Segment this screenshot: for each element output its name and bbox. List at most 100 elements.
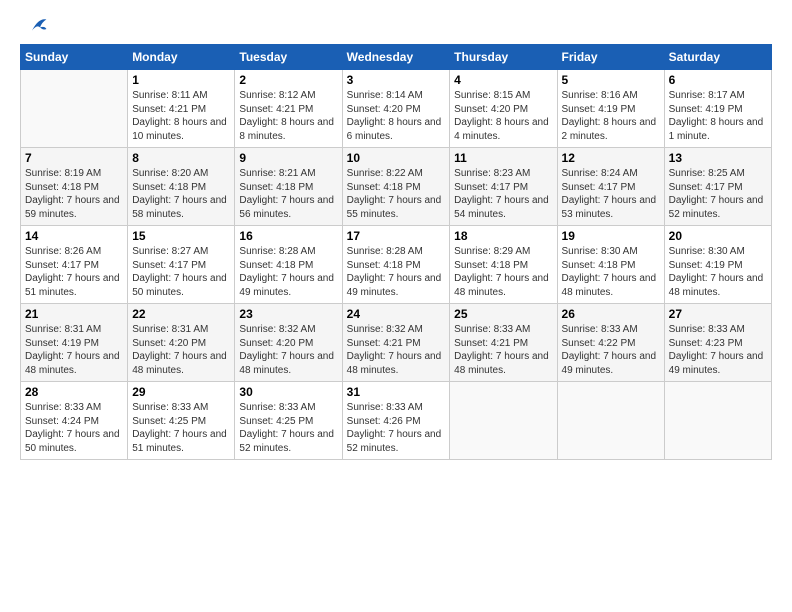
day-number: 9 xyxy=(239,151,337,165)
day-number: 17 xyxy=(347,229,446,243)
day-info: Sunrise: 8:31 AMSunset: 4:20 PMDaylight:… xyxy=(132,323,230,377)
calendar-table: SundayMondayTuesdayWednesdayThursdayFrid… xyxy=(20,44,772,460)
day-number: 18 xyxy=(454,229,552,243)
calendar-header-row: SundayMondayTuesdayWednesdayThursdayFrid… xyxy=(21,45,772,70)
day-number: 30 xyxy=(239,385,337,399)
calendar-day-cell: 4Sunrise: 8:15 AMSunset: 4:20 PMDaylight… xyxy=(450,70,557,148)
day-number: 7 xyxy=(25,151,123,165)
calendar-day-cell: 6 Sunrise: 8:17 AMSunset: 4:19 PMDaylight… xyxy=(664,70,771,148)
day-info: Sunrise: 8:14 AMSunset: 4:20 PMDaylight:… xyxy=(347,89,446,143)
calendar-week-row: 14 Sunrise: 8:26 AMSunset: 4:17 PMDayligh… xyxy=(21,226,772,304)
calendar-day-cell: 9 Sunrise: 8:21 AMSunset: 4:18 PMDaylight… xyxy=(235,148,342,226)
calendar-day-cell xyxy=(557,382,664,460)
day-number: 16 xyxy=(239,229,337,243)
calendar-day-cell: 2 Sunrise: 8:12 AMSunset: 4:21 PMDaylight… xyxy=(235,70,342,148)
calendar-day-cell: 22 Sunrise: 8:31 AMSunset: 4:20 PMDayligh… xyxy=(128,304,235,382)
day-number: 22 xyxy=(132,307,230,321)
calendar-day-cell: 28 Sunrise: 8:33 AMSunset: 4:24 PMDayligh… xyxy=(21,382,128,460)
day-number: 8 xyxy=(132,151,230,165)
calendar-day-cell: 31 Sunrise: 8:33 AMSunset: 4:26 PMDayligh… xyxy=(342,382,450,460)
day-info: Sunrise: 8:30 AMSunset: 4:18 PMDaylight:… xyxy=(562,245,660,299)
day-info: Sunrise: 8:24 AMSunset: 4:17 PMDaylight:… xyxy=(562,167,660,221)
day-info: Sunrise: 8:30 AMSunset: 4:19 PMDaylight:… xyxy=(669,245,767,299)
day-info: Sunrise: 8:28 AMSunset: 4:18 PMDaylight:… xyxy=(347,245,446,299)
weekday-header: Saturday xyxy=(664,45,771,70)
logo xyxy=(20,16,48,34)
calendar-day-cell: 12Sunrise: 8:24 AMSunset: 4:17 PMDayligh… xyxy=(557,148,664,226)
weekday-header: Tuesday xyxy=(235,45,342,70)
calendar-day-cell: 1 Sunrise: 8:11 AMSunset: 4:21 PMDaylight… xyxy=(128,70,235,148)
day-info: Sunrise: 8:31 AMSunset: 4:19 PMDaylight:… xyxy=(25,323,123,377)
calendar-day-cell xyxy=(664,382,771,460)
day-number: 28 xyxy=(25,385,123,399)
day-number: 25 xyxy=(454,307,552,321)
calendar-day-cell xyxy=(450,382,557,460)
day-info: Sunrise: 8:11 AMSunset: 4:21 PMDaylight:… xyxy=(132,89,230,143)
calendar-day-cell: 29Sunrise: 8:33 AMSunset: 4:25 PMDayligh… xyxy=(128,382,235,460)
day-info: Sunrise: 8:26 AMSunset: 4:17 PMDaylight:… xyxy=(25,245,123,299)
day-number: 5 xyxy=(562,73,660,87)
calendar-day-cell: 14 Sunrise: 8:26 AMSunset: 4:17 PMDayligh… xyxy=(21,226,128,304)
calendar-week-row: 7 Sunrise: 8:19 AMSunset: 4:18 PMDaylight… xyxy=(21,148,772,226)
day-info: Sunrise: 8:21 AMSunset: 4:18 PMDaylight:… xyxy=(239,167,337,221)
calendar-day-cell: 20 Sunrise: 8:30 AMSunset: 4:19 PMDayligh… xyxy=(664,226,771,304)
day-info: Sunrise: 8:17 AMSunset: 4:19 PMDaylight:… xyxy=(669,89,767,143)
calendar-day-cell: 25Sunrise: 8:33 AMSunset: 4:21 PMDayligh… xyxy=(450,304,557,382)
calendar-day-cell: 26 Sunrise: 8:33 AMSunset: 4:22 PMDayligh… xyxy=(557,304,664,382)
weekday-header: Friday xyxy=(557,45,664,70)
logo-bird-icon xyxy=(24,16,48,34)
day-info: Sunrise: 8:33 AMSunset: 4:25 PMDaylight:… xyxy=(239,401,337,455)
day-info: Sunrise: 8:16 AMSunset: 4:19 PMDaylight:… xyxy=(562,89,660,143)
day-info: Sunrise: 8:20 AMSunset: 4:18 PMDaylight:… xyxy=(132,167,230,221)
header xyxy=(20,16,772,34)
calendar-week-row: 1 Sunrise: 8:11 AMSunset: 4:21 PMDaylight… xyxy=(21,70,772,148)
day-info: Sunrise: 8:32 AMSunset: 4:20 PMDaylight:… xyxy=(239,323,337,377)
calendar-day-cell: 16 Sunrise: 8:28 AMSunset: 4:18 PMDayligh… xyxy=(235,226,342,304)
day-number: 29 xyxy=(132,385,230,399)
day-number: 24 xyxy=(347,307,446,321)
calendar-day-cell: 5 Sunrise: 8:16 AMSunset: 4:19 PMDaylight… xyxy=(557,70,664,148)
day-info: Sunrise: 8:12 AMSunset: 4:21 PMDaylight:… xyxy=(239,89,337,143)
day-info: Sunrise: 8:27 AMSunset: 4:17 PMDaylight:… xyxy=(132,245,230,299)
day-info: Sunrise: 8:22 AMSunset: 4:18 PMDaylight:… xyxy=(347,167,446,221)
day-info: Sunrise: 8:19 AMSunset: 4:18 PMDaylight:… xyxy=(25,167,123,221)
day-number: 26 xyxy=(562,307,660,321)
day-number: 21 xyxy=(25,307,123,321)
calendar-day-cell: 19 Sunrise: 8:30 AMSunset: 4:18 PMDayligh… xyxy=(557,226,664,304)
day-info: Sunrise: 8:28 AMSunset: 4:18 PMDaylight:… xyxy=(239,245,337,299)
weekday-header: Sunday xyxy=(21,45,128,70)
day-info: Sunrise: 8:29 AMSunset: 4:18 PMDaylight:… xyxy=(454,245,552,299)
weekday-header: Monday xyxy=(128,45,235,70)
day-number: 31 xyxy=(347,385,446,399)
calendar-day-cell: 27Sunrise: 8:33 AMSunset: 4:23 PMDayligh… xyxy=(664,304,771,382)
calendar-day-cell: 8 Sunrise: 8:20 AMSunset: 4:18 PMDaylight… xyxy=(128,148,235,226)
day-number: 1 xyxy=(132,73,230,87)
day-number: 23 xyxy=(239,307,337,321)
day-number: 15 xyxy=(132,229,230,243)
day-number: 2 xyxy=(239,73,337,87)
calendar-week-row: 28 Sunrise: 8:33 AMSunset: 4:24 PMDayligh… xyxy=(21,382,772,460)
day-number: 20 xyxy=(669,229,767,243)
calendar-week-row: 21 Sunrise: 8:31 AMSunset: 4:19 PMDayligh… xyxy=(21,304,772,382)
calendar-day-cell: 13 Sunrise: 8:25 AMSunset: 4:17 PMDayligh… xyxy=(664,148,771,226)
day-number: 10 xyxy=(347,151,446,165)
day-info: Sunrise: 8:33 AMSunset: 4:24 PMDaylight:… xyxy=(25,401,123,455)
day-info: Sunrise: 8:33 AMSunset: 4:23 PMDaylight:… xyxy=(669,323,767,377)
day-number: 19 xyxy=(562,229,660,243)
day-info: Sunrise: 8:33 AMSunset: 4:26 PMDaylight:… xyxy=(347,401,446,455)
day-number: 6 xyxy=(669,73,767,87)
calendar-day-cell: 11Sunrise: 8:23 AMSunset: 4:17 PMDayligh… xyxy=(450,148,557,226)
day-number: 13 xyxy=(669,151,767,165)
day-number: 4 xyxy=(454,73,552,87)
calendar-day-cell: 23 Sunrise: 8:32 AMSunset: 4:20 PMDayligh… xyxy=(235,304,342,382)
day-number: 14 xyxy=(25,229,123,243)
calendar-day-cell: 7 Sunrise: 8:19 AMSunset: 4:18 PMDaylight… xyxy=(21,148,128,226)
day-info: Sunrise: 8:33 AMSunset: 4:22 PMDaylight:… xyxy=(562,323,660,377)
calendar-day-cell: 10 Sunrise: 8:22 AMSunset: 4:18 PMDayligh… xyxy=(342,148,450,226)
calendar-day-cell: 15 Sunrise: 8:27 AMSunset: 4:17 PMDayligh… xyxy=(128,226,235,304)
weekday-header: Wednesday xyxy=(342,45,450,70)
calendar-day-cell xyxy=(21,70,128,148)
calendar-day-cell: 30 Sunrise: 8:33 AMSunset: 4:25 PMDayligh… xyxy=(235,382,342,460)
day-info: Sunrise: 8:25 AMSunset: 4:17 PMDaylight:… xyxy=(669,167,767,221)
calendar-day-cell: 17 Sunrise: 8:28 AMSunset: 4:18 PMDayligh… xyxy=(342,226,450,304)
